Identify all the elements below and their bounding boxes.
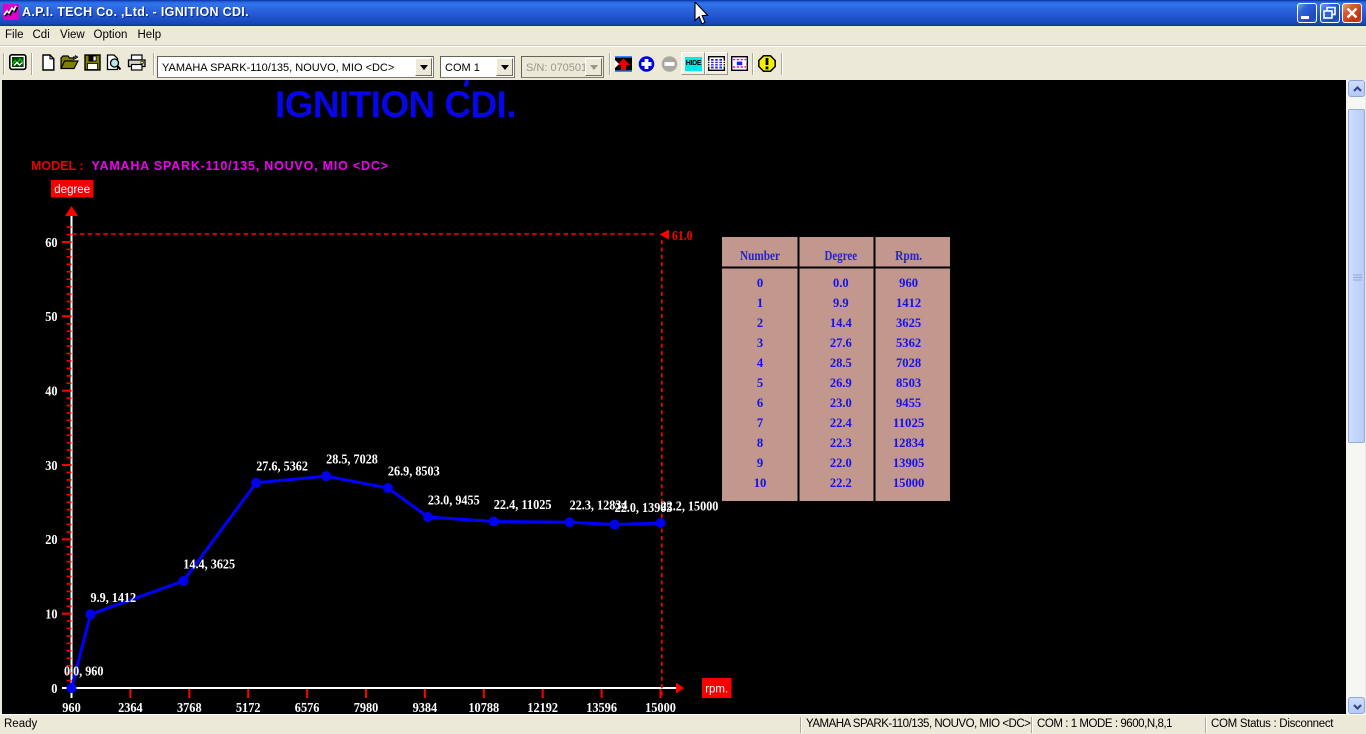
svg-text:7980: 7980 <box>354 701 379 714</box>
svg-text:Rpm.: Rpm. <box>895 248 922 263</box>
svg-text:5: 5 <box>757 375 764 390</box>
svg-text:22.2, 15000: 22.2, 15000 <box>661 500 719 515</box>
svg-text:rpm.: rpm. <box>705 684 728 696</box>
svg-text:6576: 6576 <box>295 701 320 714</box>
svg-text:9: 9 <box>757 455 764 470</box>
svg-text:Degree: Degree <box>825 248 858 263</box>
svg-text:3625: 3625 <box>896 315 922 330</box>
svg-text:3768: 3768 <box>177 701 202 714</box>
svg-text:10: 10 <box>754 475 767 490</box>
svg-text:28.5, 7028: 28.5, 7028 <box>326 453 378 468</box>
svg-text:6: 6 <box>757 395 764 410</box>
svg-text:22.3: 22.3 <box>830 435 852 450</box>
svg-text:50: 50 <box>45 310 57 325</box>
svg-text:5172: 5172 <box>236 701 261 714</box>
svg-text:23.0: 23.0 <box>830 395 852 410</box>
svg-text:7: 7 <box>757 415 764 430</box>
svg-text:14.4, 3625: 14.4, 3625 <box>183 558 235 573</box>
svg-text:2: 2 <box>757 315 763 330</box>
svg-text:960: 960 <box>62 701 81 714</box>
svg-text:61.0: 61.0 <box>672 228 693 243</box>
svg-text:23.0, 9455: 23.0, 9455 <box>428 494 480 509</box>
svg-text:7028: 7028 <box>896 355 922 370</box>
svg-text:0: 0 <box>51 682 57 697</box>
svg-text:0: 0 <box>757 275 763 290</box>
svg-text:60: 60 <box>45 236 57 251</box>
svg-text:13905: 13905 <box>893 455 925 470</box>
svg-text:8503: 8503 <box>896 375 922 390</box>
svg-text:22.4, 11025: 22.4, 11025 <box>494 498 552 513</box>
svg-text:10: 10 <box>45 608 57 623</box>
svg-text:9.9, 1412: 9.9, 1412 <box>91 591 137 606</box>
svg-text:27.6, 5362: 27.6, 5362 <box>256 459 308 474</box>
svg-text:1: 1 <box>757 295 763 310</box>
svg-text:22.4: 22.4 <box>830 415 852 430</box>
svg-text:1412: 1412 <box>896 295 921 310</box>
svg-text:12192: 12192 <box>527 701 558 714</box>
svg-text:13596: 13596 <box>586 701 617 714</box>
svg-text:3: 3 <box>757 335 764 350</box>
svg-text:26.9: 26.9 <box>830 375 852 390</box>
svg-text:9384: 9384 <box>413 701 438 714</box>
svg-text:0.0: 0.0 <box>833 275 849 290</box>
svg-text:20: 20 <box>45 533 57 548</box>
svg-text:960: 960 <box>899 275 918 290</box>
svg-text:26.9, 8503: 26.9, 8503 <box>388 465 440 480</box>
svg-text:degree: degree <box>54 184 90 196</box>
svg-text:11025: 11025 <box>893 415 925 430</box>
svg-text:8: 8 <box>757 435 764 450</box>
svg-text:10788: 10788 <box>468 701 499 714</box>
svg-text:28.5: 28.5 <box>830 355 852 370</box>
svg-text:40: 40 <box>45 385 57 400</box>
svg-text:27.6: 27.6 <box>830 335 852 350</box>
svg-text:22.2: 22.2 <box>830 475 852 490</box>
svg-text:2364: 2364 <box>118 701 143 714</box>
svg-text:9455: 9455 <box>896 395 922 410</box>
svg-text:0.0, 960: 0.0, 960 <box>64 665 103 680</box>
svg-text:9.9: 9.9 <box>833 295 849 310</box>
svg-text:22.0: 22.0 <box>830 455 852 470</box>
svg-text:14.4: 14.4 <box>830 315 852 330</box>
svg-text:5362: 5362 <box>896 335 921 350</box>
svg-text:15000: 15000 <box>645 701 676 714</box>
svg-text:12834: 12834 <box>893 435 925 450</box>
svg-text:Number: Number <box>740 248 780 263</box>
svg-text:30: 30 <box>45 459 57 474</box>
svg-text:4: 4 <box>757 355 764 370</box>
svg-text:15000: 15000 <box>893 475 925 490</box>
